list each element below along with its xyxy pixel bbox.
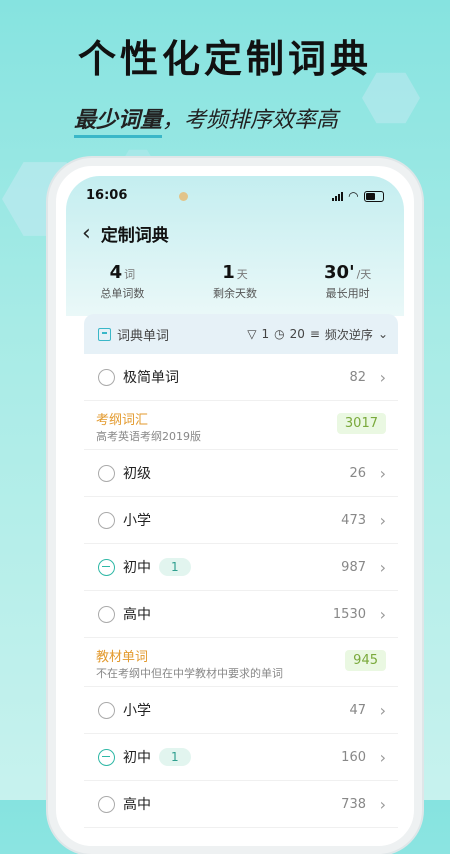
promo-subline: 最少词量，考频排序效率高 <box>74 102 339 138</box>
chevron-right-icon[interactable]: › <box>380 368 386 387</box>
filter-count[interactable]: 1 <box>261 327 269 341</box>
chevron-down-icon[interactable]: ⌄ <box>378 327 388 341</box>
stat-unit: /天 <box>356 268 372 281</box>
dictionary-words-tab[interactable]: 词典单词 <box>117 325 169 344</box>
phone-screen: 16:06 ◠ ‹ 定制词典 4词 总单词数 1天 剩余天数 30'/天 最长用… <box>66 176 404 846</box>
stat-value: 1 <box>222 262 235 283</box>
select-radio[interactable] <box>98 701 115 719</box>
word-list: 极简单词 82 › 考纲词汇高考英语考纲2019版 3017 初级 26 › 小学 473 › 初中 1… <box>84 354 398 828</box>
stat-value: 4 <box>109 262 123 283</box>
section-title: 考纲词汇 <box>96 413 149 428</box>
chevron-right-icon[interactable]: › <box>380 748 386 767</box>
clock-icon[interactable]: ◷ <box>274 327 284 341</box>
chevron-right-icon[interactable]: › <box>380 701 386 720</box>
sort-label[interactable]: 频次逆序 <box>325 326 373 343</box>
list-item[interactable]: 高中 738 › <box>84 781 398 828</box>
signal-icon <box>331 191 343 201</box>
list-item-label: 初中 <box>123 560 151 576</box>
list-item[interactable]: 小学 47 › <box>84 687 398 734</box>
section-count-badge: 945 <box>345 650 386 671</box>
list-item-label: 高中 <box>123 797 151 813</box>
section-header: 教材单词不在考纲中但在中学教材中要求的单词 945 <box>84 638 398 687</box>
select-radio[interactable] <box>98 511 115 529</box>
chevron-right-icon[interactable]: › <box>380 464 386 483</box>
status-time: 16:06 <box>86 188 128 203</box>
list-item-count: 26 <box>349 465 366 481</box>
dictionary-icon <box>98 327 111 341</box>
list-item-label: 小学 <box>123 513 151 529</box>
list-item-count: 47 <box>349 702 366 718</box>
stat-label: 总单词数 <box>100 287 145 300</box>
list-item-count: 473 <box>341 512 366 528</box>
list-item[interactable]: 初中 1 987 › <box>84 544 398 591</box>
list-item-label: 高中 <box>123 607 151 623</box>
chevron-right-icon[interactable]: › <box>380 795 386 814</box>
stat-total-words: 4词 总单词数 <box>66 262 179 301</box>
selected-count-pill: 1 <box>159 558 191 576</box>
battery-icon <box>364 190 384 202</box>
list-item-label: 初级 <box>123 466 151 482</box>
status-icons: ◠ <box>331 189 384 203</box>
select-radio[interactable] <box>98 558 115 576</box>
page-title: 定制词典 <box>100 225 169 246</box>
select-radio[interactable] <box>98 464 115 482</box>
promo-subline-rest: ，考频排序效率高 <box>162 108 339 133</box>
section-count-badge: 3017 <box>336 413 386 434</box>
stats-row: 4词 总单词数 1天 剩余天数 30'/天 最长用时 <box>66 262 404 301</box>
chevron-left-icon[interactable]: ‹ <box>82 221 91 246</box>
list-item-count: 987 <box>341 559 366 575</box>
filter-icon[interactable]: ▽ <box>247 327 256 341</box>
list-item[interactable]: 初中 1 160 › <box>84 734 398 781</box>
wifi-icon: ◠ <box>348 189 358 203</box>
select-radio[interactable] <box>98 795 115 813</box>
stat-remaining-days: 1天 剩余天数 <box>179 262 292 301</box>
list-item-count: 1530 <box>332 606 366 622</box>
select-radio[interactable] <box>98 605 115 623</box>
chevron-right-icon[interactable]: › <box>380 605 386 624</box>
chevron-right-icon[interactable]: › <box>380 511 386 530</box>
list-item-count: 160 <box>341 749 366 765</box>
list-item[interactable]: 高中 1530 › <box>84 591 398 638</box>
stat-value: 30' <box>324 262 355 283</box>
list-item[interactable]: 初级 26 › <box>84 450 398 497</box>
list-item-label: 小学 <box>123 703 151 719</box>
promo-subline-highlight: 最少词量 <box>74 107 163 138</box>
list-item-label: 初中 <box>123 750 151 766</box>
section-subtitle: 不在考纲中但在中学教材中要求的单词 <box>96 667 283 680</box>
phone-frame: 16:06 ◠ ‹ 定制词典 4词 总单词数 1天 剩余天数 30'/天 最长用… <box>48 158 422 854</box>
select-radio[interactable] <box>98 748 115 766</box>
filter-controls: ▽ 1 ◷ 20 ≡ 频次逆序 ⌄ <box>247 326 388 343</box>
chevron-right-icon[interactable]: › <box>380 558 386 577</box>
list-item[interactable]: 极简单词 82 › <box>84 354 398 401</box>
camera-dot <box>179 192 188 201</box>
promo-headline: 个性化定制词典 <box>77 37 372 81</box>
stat-label: 剩余天数 <box>213 287 257 300</box>
section-subtitle: 高考英语考纲2019版 <box>96 430 201 443</box>
stat-label: 最长用时 <box>325 287 370 300</box>
section-title: 教材单词 <box>96 650 149 665</box>
stat-unit: 天 <box>236 268 248 281</box>
list-item[interactable]: 小学 473 › <box>84 497 398 544</box>
list-item-label: 极简单词 <box>123 370 179 386</box>
list-item-count: 738 <box>341 796 366 812</box>
section-header: 考纲词汇高考英语考纲2019版 3017 <box>84 401 398 450</box>
nav-bar: ‹ 定制词典 <box>82 218 169 248</box>
sort-icon[interactable]: ≡ <box>310 327 320 341</box>
filter-bar: 词典单词 ▽ 1 ◷ 20 ≡ 频次逆序 ⌄ <box>84 314 398 354</box>
status-bar: 16:06 ◠ <box>66 186 404 206</box>
stat-max-time: 30'/天 最长用时 <box>291 262 404 301</box>
select-radio[interactable] <box>98 368 115 386</box>
stat-unit: 词 <box>124 268 136 281</box>
list-item-count: 82 <box>349 369 366 385</box>
selected-count-pill: 1 <box>159 748 191 766</box>
time-value[interactable]: 20 <box>290 327 305 341</box>
